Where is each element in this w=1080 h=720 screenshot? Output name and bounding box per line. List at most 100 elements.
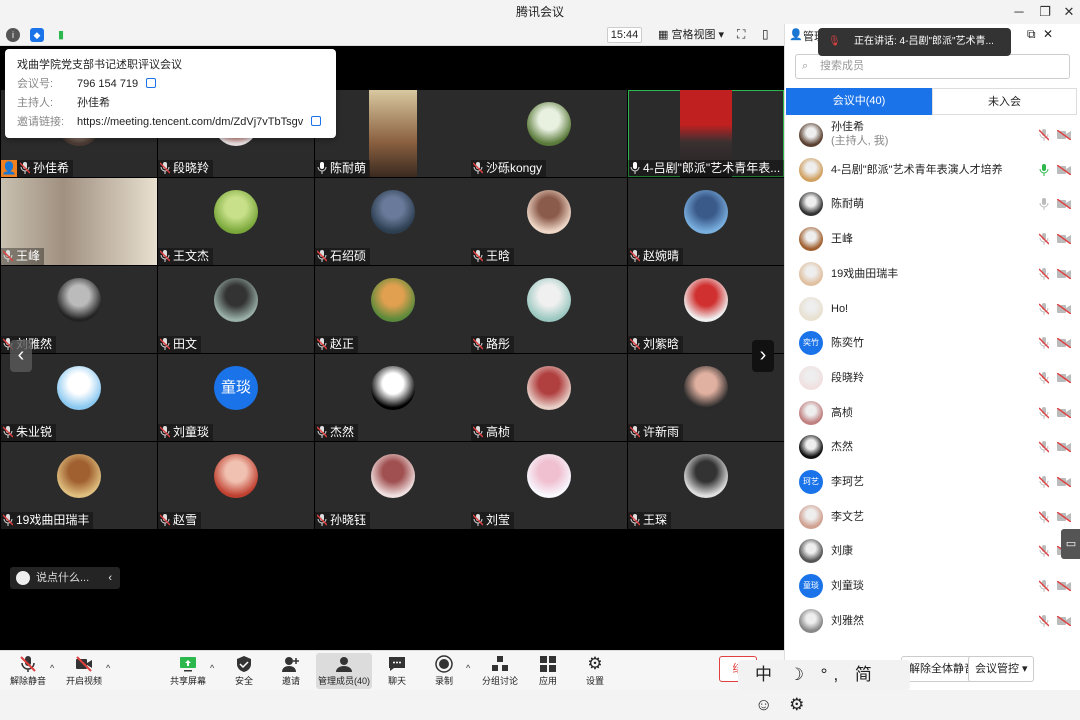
- member-row[interactable]: 高桢: [785, 396, 1080, 430]
- camera-off-icon[interactable]: [1057, 234, 1071, 245]
- copy-id-icon[interactable]: [146, 78, 157, 88]
- record-options-icon[interactable]: ^: [466, 663, 470, 673]
- member-row[interactable]: 19戏曲田瑞丰: [785, 257, 1080, 291]
- close-window-icon[interactable]: ✕: [1056, 0, 1080, 24]
- member-row[interactable]: 刘雅然: [785, 604, 1080, 638]
- share-options-icon[interactable]: ^: [210, 663, 214, 673]
- meeting-control-button[interactable]: 会议管控 ▾: [968, 656, 1034, 682]
- grid-view-button[interactable]: ▦ 宫格视图 ▾: [652, 27, 730, 43]
- camera-off-icon[interactable]: [1057, 164, 1071, 175]
- invite-button[interactable]: 邀请: [263, 653, 319, 689]
- mic-muted-icon[interactable]: [1039, 129, 1049, 141]
- minimize-icon[interactable]: ─: [1006, 0, 1032, 24]
- chat-input[interactable]: 说点什么... ‹: [10, 567, 120, 589]
- camera-off-icon[interactable]: [1057, 130, 1071, 140]
- mic-muted-icon[interactable]: [1039, 406, 1049, 419]
- camera-off-icon[interactable]: [1057, 407, 1071, 418]
- fullscreen-icon[interactable]: ⛶: [737, 27, 745, 42]
- manage-members-button[interactable]: 管理成员(40): [316, 653, 372, 689]
- emoji-icon[interactable]: [16, 571, 30, 585]
- camera-off-icon[interactable]: [1057, 303, 1071, 314]
- mic-muted-icon[interactable]: [1039, 371, 1049, 384]
- video-tile[interactable]: 王文杰: [158, 178, 314, 265]
- camera-off-icon[interactable]: [1057, 477, 1071, 487]
- video-tile[interactable]: 沙砾kongy: [471, 90, 627, 177]
- video-tile[interactable]: 石绍硕: [315, 178, 471, 265]
- start-video-button[interactable]: 开启视频: [56, 653, 112, 689]
- info-icon[interactable]: i: [6, 28, 20, 42]
- video-tile[interactable]: 陈耐萌: [315, 90, 471, 177]
- video-options-icon[interactable]: ^: [106, 663, 110, 673]
- video-tile[interactable]: 高桢: [471, 354, 627, 441]
- video-tile[interactable]: 王晗: [471, 178, 627, 265]
- maximize-icon[interactable]: ❐: [1032, 0, 1058, 24]
- camera-off-icon[interactable]: [1057, 199, 1071, 210]
- video-tile[interactable]: 4-吕剧"郎派"艺术青年表...: [628, 90, 784, 177]
- mic-icon[interactable]: [1039, 198, 1049, 211]
- video-tile[interactable]: 赵正: [315, 266, 471, 353]
- camera-off-icon[interactable]: [1057, 442, 1071, 453]
- member-row[interactable]: 4-吕剧"郎派"艺术青年表演人才培养: [785, 153, 1080, 187]
- mic-muted-icon[interactable]: [1039, 545, 1049, 558]
- tab-not-joined[interactable]: 未入会: [932, 88, 1077, 115]
- video-tile[interactable]: 赵婉晴: [628, 178, 784, 265]
- camera-off-icon[interactable]: [1057, 615, 1071, 626]
- video-tile[interactable]: 田文: [158, 266, 314, 353]
- camera-off-icon[interactable]: [1057, 511, 1071, 522]
- mic-muted-icon[interactable]: [1039, 267, 1049, 280]
- video-tile[interactable]: 路彤: [471, 266, 627, 353]
- mic-muted-icon[interactable]: [1039, 476, 1049, 488]
- avatar: [684, 454, 728, 498]
- member-row[interactable]: 陈耐萌: [785, 187, 1080, 221]
- mic-muted-icon[interactable]: [1039, 337, 1049, 350]
- video-tile[interactable]: 19戏曲田瑞丰: [1, 442, 157, 529]
- video-tile[interactable]: 杰然: [315, 354, 471, 441]
- settings-button[interactable]: ⚙ 设置: [567, 653, 623, 689]
- video-tile[interactable]: 王峰: [1, 178, 157, 265]
- record-button[interactable]: 录制: [416, 653, 472, 689]
- sidebar-toggle-icon[interactable]: ▯: [762, 27, 769, 41]
- mic-icon[interactable]: [1039, 163, 1049, 176]
- mic-muted-icon[interactable]: [1039, 302, 1049, 315]
- unmute-button[interactable]: 解除静音: [0, 653, 56, 689]
- copy-link-icon[interactable]: [311, 116, 322, 126]
- panel-close-icon[interactable]: ✕: [1043, 27, 1053, 41]
- member-row[interactable]: Ho!: [785, 292, 1080, 326]
- video-tile[interactable]: 王琛: [628, 442, 784, 529]
- side-widget-icon[interactable]: ▭: [1061, 529, 1080, 559]
- mic-muted-icon[interactable]: [1039, 233, 1049, 246]
- member-search-input[interactable]: ⌕ 搜索成员: [795, 54, 1070, 79]
- member-row[interactable]: 段晓羚: [785, 361, 1080, 395]
- invite-link[interactable]: https://meeting.tencent.com/dm/ZdVj7vTbT…: [77, 116, 303, 128]
- collapse-chat-icon[interactable]: ‹: [108, 567, 112, 589]
- mic-muted-icon[interactable]: [1039, 614, 1049, 627]
- shield-icon[interactable]: ◆: [30, 28, 44, 42]
- mic-muted-icon[interactable]: [1039, 441, 1049, 454]
- mic-muted-icon[interactable]: [1039, 510, 1049, 523]
- camera-off-icon[interactable]: [1057, 581, 1071, 592]
- member-row[interactable]: 李文艺: [785, 500, 1080, 534]
- share-screen-button[interactable]: 共享屏幕: [160, 653, 216, 689]
- video-tile[interactable]: 刘莹: [471, 442, 627, 529]
- camera-off-icon[interactable]: [1057, 268, 1071, 279]
- member-row[interactable]: 杰然: [785, 430, 1080, 464]
- member-row[interactable]: 孙佳希 (主持人, 我): [785, 118, 1080, 152]
- camera-off-icon[interactable]: [1057, 372, 1071, 383]
- next-page-icon[interactable]: ›: [752, 340, 774, 372]
- member-row[interactable]: 刘康: [785, 534, 1080, 568]
- member-row[interactable]: 童琰 刘童琰: [785, 569, 1080, 603]
- signal-icon[interactable]: ▮: [54, 28, 68, 42]
- member-row[interactable]: 珂艺 李珂艺: [785, 465, 1080, 499]
- video-tile[interactable]: 孙晓钰: [315, 442, 471, 529]
- tab-in-meeting[interactable]: 会议中(40): [786, 88, 932, 115]
- mic-options-icon[interactable]: ^: [50, 663, 54, 673]
- video-tile[interactable]: 赵雪: [158, 442, 314, 529]
- popout-icon[interactable]: ⧉: [1027, 27, 1036, 42]
- prev-page-icon[interactable]: ‹: [10, 340, 32, 372]
- mic-muted-icon[interactable]: [1039, 580, 1049, 593]
- ime-toolbar[interactable]: 中 ☽ °, 简 ☺ ⚙: [738, 660, 910, 714]
- member-row[interactable]: 奕竹 陈奕竹: [785, 326, 1080, 360]
- camera-off-icon[interactable]: [1057, 338, 1071, 349]
- member-row[interactable]: 王峰: [785, 222, 1080, 256]
- video-tile[interactable]: 童琰 刘童琰: [158, 354, 314, 441]
